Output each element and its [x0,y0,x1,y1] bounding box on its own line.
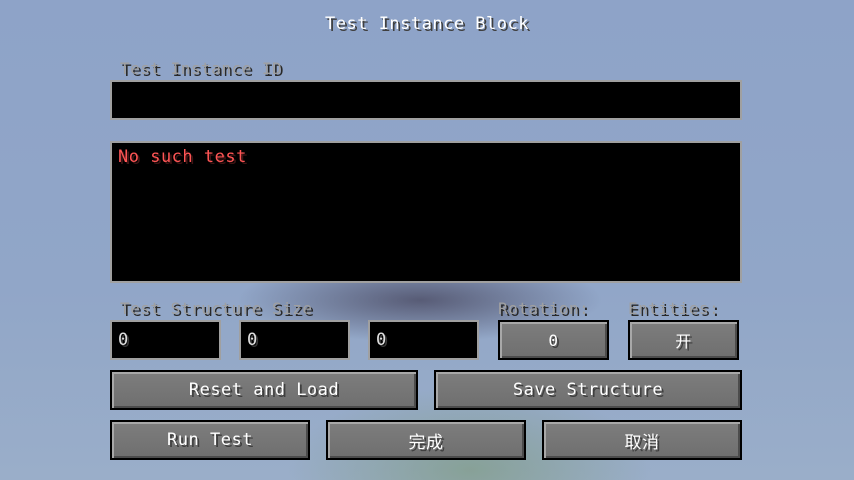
done-label: 完成 [408,432,444,453]
rotation-value: 0 [548,330,559,350]
entities-toggle-button[interactable]: 开 [628,320,739,360]
reset-and-load-button[interactable]: Reset and Load [110,370,418,410]
status-message: No such test [118,147,247,167]
save-structure-button[interactable]: Save Structure [434,370,742,410]
done-button[interactable]: 完成 [326,420,526,460]
size-x-field[interactable] [110,320,221,360]
run-test-button[interactable]: Run Test [110,420,310,460]
instance-id-field[interactable] [110,80,742,120]
cancel-button[interactable]: 取消 [542,420,742,460]
size-z-input[interactable] [370,322,477,358]
entities-label: Entities: [628,299,720,318]
screen-title: Test Instance Block [325,14,529,34]
structure-size-label: Test Structure Size [120,299,313,318]
size-y-input[interactable] [241,322,348,358]
cancel-label: 取消 [624,432,660,453]
save-structure-label: Save Structure [512,380,664,400]
rotation-button[interactable]: 0 [498,320,609,360]
size-y-field[interactable] [239,320,350,360]
size-x-input[interactable] [112,322,219,358]
reset-and-load-label: Reset and Load [188,380,340,400]
size-z-field[interactable] [368,320,479,360]
status-panel: No such test [110,141,742,283]
instance-id-input[interactable] [112,82,740,118]
rotation-label: Rotation: [498,299,590,318]
run-test-label: Run Test [167,430,253,450]
entities-value: 开 [675,332,692,351]
instance-id-label: Test Instance ID [120,59,283,78]
